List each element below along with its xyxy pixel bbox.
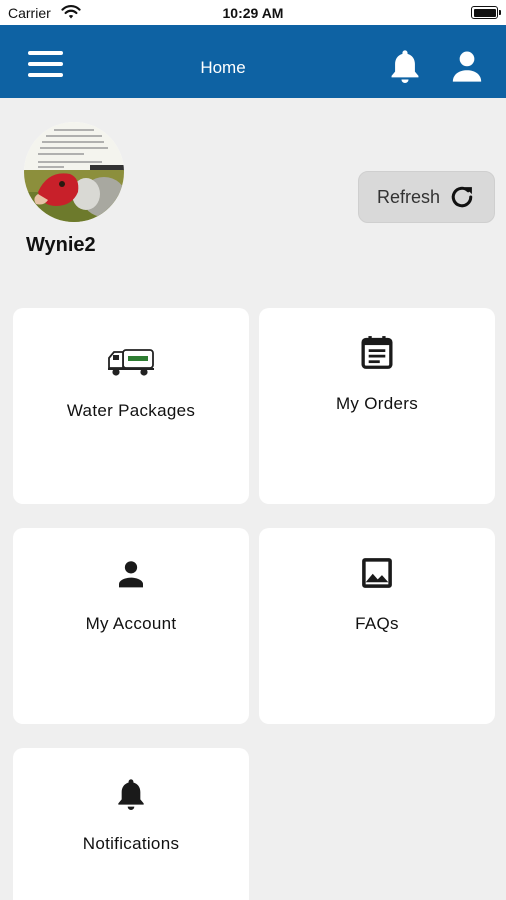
- tile-my-account[interactable]: My Account: [13, 528, 249, 724]
- tile-label: Notifications: [82, 834, 180, 853]
- tile-label: My Orders: [335, 394, 419, 413]
- tile-label: My Account: [85, 614, 177, 633]
- tile-faqs[interactable]: FAQs: [259, 528, 495, 724]
- avatar: [24, 122, 124, 222]
- bell-icon: [118, 779, 144, 810]
- username: Wynie2: [26, 234, 96, 256]
- tile-label: Water Packages: [66, 401, 196, 420]
- bell-icon[interactable]: [388, 47, 422, 85]
- status-time: 10:29 AM: [222, 5, 284, 21]
- refresh-button[interactable]: Refresh: [358, 171, 495, 223]
- status-bar: Carrier 10:29 AM: [0, 0, 506, 25]
- tile-notifications[interactable]: Notifications: [13, 748, 249, 900]
- tile-water-packages[interactable]: Water Packages: [13, 308, 249, 504]
- tile-label: FAQs: [355, 614, 399, 633]
- water-truck-icon: [108, 349, 154, 376]
- tile-my-orders[interactable]: My Orders: [259, 308, 495, 504]
- refresh-label: Refresh: [376, 186, 441, 207]
- calendar-icon: [361, 336, 393, 369]
- image-icon: [362, 558, 392, 588]
- user-icon[interactable]: [450, 49, 484, 83]
- battery-icon: [471, 6, 501, 19]
- avatar-image: [24, 122, 124, 222]
- app-header: Home: [0, 25, 506, 98]
- refresh-icon: [451, 186, 473, 208]
- person-icon: [119, 561, 143, 588]
